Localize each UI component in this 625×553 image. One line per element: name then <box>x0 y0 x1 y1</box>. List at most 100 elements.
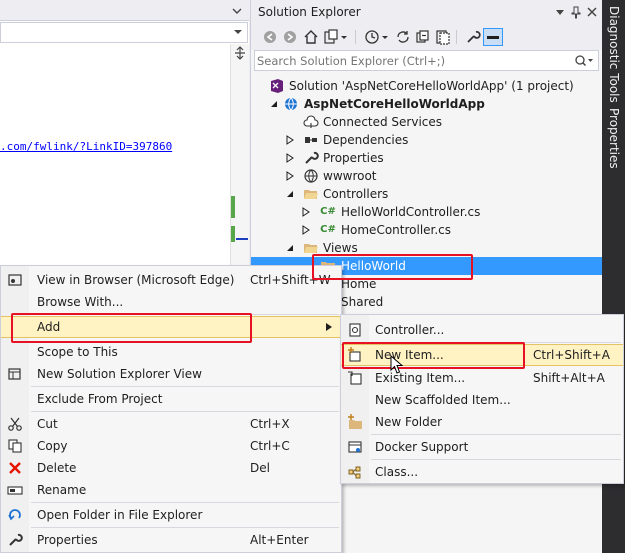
collapse-all-icon[interactable] <box>414 28 432 46</box>
caret-marker <box>236 238 248 240</box>
context-menu: View in Browser (Microsoft Edge) Ctrl+Sh… <box>0 265 342 553</box>
menu-item-properties[interactable]: Properties Alt+Enter <box>1 529 341 551</box>
menu-item-cut[interactable]: Cut Ctrl+X <box>1 413 341 435</box>
tree-item-helloworldcontroller[interactable]: C# HelloWorldController.cs <box>251 203 602 221</box>
menu-separator <box>371 459 621 460</box>
pending-changes-clock-icon[interactable] <box>363 28 381 46</box>
code-link[interactable]: .com/fwlink/?LinkID=397860 <box>0 140 172 153</box>
search-input[interactable] <box>257 53 567 68</box>
menu-separator <box>31 502 339 503</box>
submenu-item-new-folder[interactable]: New Folder <box>341 411 623 433</box>
collapsed-arrow-icon[interactable] <box>285 171 295 181</box>
forward-icon[interactable] <box>281 28 299 46</box>
search-box[interactable] <box>254 50 599 71</box>
pin-icon[interactable] <box>569 5 583 19</box>
solution-explorer-toolbar <box>251 24 602 50</box>
controller-icon <box>349 323 361 337</box>
expanded-arrow-icon[interactable] <box>285 189 295 199</box>
existing-item-icon <box>348 371 362 385</box>
collapsed-arrow-icon[interactable] <box>301 225 311 235</box>
wrench-icon <box>305 151 319 164</box>
menu-item-rename[interactable]: Rename <box>1 479 341 501</box>
collapsed-arrow-icon[interactable] <box>285 153 295 163</box>
rename-icon <box>7 486 23 495</box>
wrench-icon <box>9 533 23 546</box>
member-dropdown[interactable] <box>0 22 248 43</box>
menu-separator <box>31 527 339 528</box>
folder-open-icon <box>304 190 318 199</box>
dropdown-arrow-icon[interactable] <box>553 5 567 19</box>
refresh-arrow-icon <box>8 509 21 521</box>
split-window-icon[interactable] <box>234 46 246 60</box>
submenu-item-class[interactable]: Class... <box>341 461 623 483</box>
menu-item-new-solution-explorer-view[interactable]: New Solution Explorer View <box>1 363 341 385</box>
menu-separator <box>31 386 339 387</box>
menu-separator <box>371 342 621 343</box>
dependencies-icon <box>305 137 317 143</box>
expanded-arrow-icon[interactable] <box>285 243 295 253</box>
chevron-down-icon[interactable] <box>380 28 390 46</box>
tree-item-connected-services[interactable]: Connected Services <box>251 113 602 131</box>
chevron-down-icon[interactable] <box>232 26 244 38</box>
menu-item-view-in-browser[interactable]: View in Browser (Microsoft Edge) Ctrl+Sh… <box>1 269 341 291</box>
csharp-file-icon: C# <box>320 206 336 217</box>
submenu-item-docker-support[interactable]: Docker Support <box>341 436 623 458</box>
web-project-icon <box>285 97 297 111</box>
tree-item-homecontroller[interactable]: C# HomeController.cs <box>251 221 602 239</box>
new-window-icon <box>8 368 21 380</box>
expanded-arrow-icon[interactable] <box>269 99 279 109</box>
collapsed-arrow-icon[interactable] <box>301 207 311 217</box>
show-all-files-icon[interactable] <box>434 28 452 46</box>
solution-icon <box>271 79 283 93</box>
panel-title-bar: Solution Explorer <box>251 0 602 24</box>
docker-icon <box>348 441 362 453</box>
menu-separator <box>371 434 621 435</box>
add-submenu: Controller... New Item... Ctrl+Shift+A E… <box>340 314 624 484</box>
menu-item-scope-to-this[interactable]: Scope to This <box>1 341 341 363</box>
switch-views-icon[interactable] <box>322 28 340 46</box>
browser-icon <box>8 274 22 286</box>
submenu-item-new-item[interactable]: New Item... Ctrl+Shift+A <box>341 344 623 366</box>
menu-separator <box>31 314 339 315</box>
properties-wrench-icon[interactable] <box>464 28 482 46</box>
tree-item-controllers[interactable]: Controllers <box>251 185 602 203</box>
menu-item-browse-with[interactable]: Browse With... <box>1 291 341 313</box>
submenu-item-new-scaffolded-item[interactable]: New Scaffolded Item... <box>341 389 623 411</box>
menu-item-exclude-from-project[interactable]: Exclude From Project <box>1 388 341 410</box>
back-icon[interactable] <box>261 28 279 46</box>
home-icon[interactable] <box>302 28 320 46</box>
panel-title: Solution Explorer <box>258 5 361 19</box>
tree-item-properties[interactable]: Properties <box>251 149 602 167</box>
scissors-icon <box>8 417 22 431</box>
sync-icon[interactable] <box>394 28 412 46</box>
tab-diagnostic-tools[interactable]: Diagnostic Tools <box>604 6 623 103</box>
tab-properties[interactable]: Properties <box>604 108 623 169</box>
preview-selected-items-button[interactable] <box>483 28 503 46</box>
menu-item-copy[interactable]: Copy Ctrl+C <box>1 435 341 457</box>
globe-icon <box>304 169 318 183</box>
menu-item-open-folder-in-file-explorer[interactable]: Open Folder in File Explorer <box>1 504 341 526</box>
delete-x-icon <box>9 462 21 474</box>
menu-separator <box>31 411 339 412</box>
menu-item-delete[interactable]: Delete Del <box>1 457 341 479</box>
mouse-cursor-icon <box>390 355 404 374</box>
chevron-down-icon[interactable] <box>230 4 244 18</box>
submenu-item-controller[interactable]: Controller... <box>341 319 623 341</box>
tree-item-views[interactable]: Views <box>251 239 602 257</box>
submenu-item-existing-item[interactable]: Existing Item... Shift+Alt+A <box>341 367 623 389</box>
menu-item-add[interactable]: Add <box>1 316 341 338</box>
close-icon[interactable] <box>585 5 599 19</box>
collapsed-arrow-icon[interactable] <box>285 135 295 145</box>
toolbar-separator <box>456 30 457 44</box>
change-marker <box>231 226 235 242</box>
tree-item-project[interactable]: AspNetCoreHelloWorldApp <box>251 95 602 113</box>
toolbar-separator <box>355 30 356 44</box>
tree-item-dependencies[interactable]: Dependencies <box>251 131 602 149</box>
tree-item-wwwroot[interactable]: wwwroot <box>251 167 602 185</box>
tree-item-solution[interactable]: Solution 'AspNetCoreHelloWorldApp' (1 pr… <box>251 77 602 95</box>
submenu-arrow-icon <box>326 323 332 331</box>
class-icon <box>348 466 361 479</box>
copy-icon <box>8 439 22 453</box>
search-icon[interactable] <box>572 54 594 68</box>
chevron-down-icon[interactable] <box>339 28 349 46</box>
